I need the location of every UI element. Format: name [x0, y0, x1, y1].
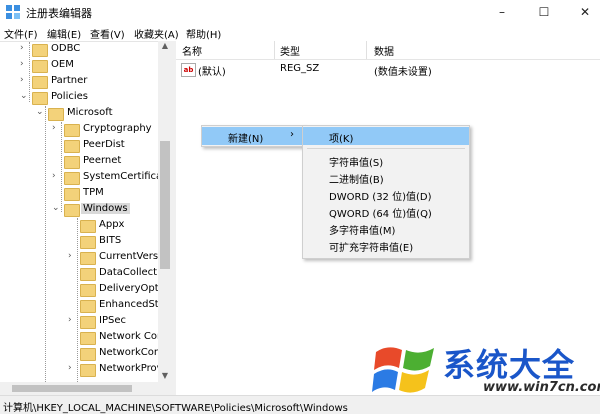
folder-icon [80, 332, 96, 345]
menu-item-binary-value[interactable]: 二进制值(B) [303, 168, 469, 186]
folder-icon [80, 252, 96, 265]
menu-view[interactable]: 查看(V) [90, 26, 125, 41]
minimize-button[interactable]: – [493, 4, 511, 20]
folder-icon [80, 220, 96, 233]
collapse-arrow-icon[interactable]: ⌄ [20, 91, 30, 101]
folder-icon [48, 108, 64, 121]
expand-arrow-icon[interactable]: › [68, 251, 78, 261]
column-data[interactable]: 数据 [374, 43, 394, 58]
folder-icon [80, 236, 96, 249]
window-title: 注册表编辑器 [26, 7, 92, 20]
scrollbar-thumb[interactable] [12, 385, 132, 392]
title-bar: 注册表编辑器 – ☐ ✕ [0, 0, 600, 24]
expand-arrow-icon[interactable]: › [20, 43, 30, 53]
folder-icon [64, 172, 80, 185]
expand-arrow-icon[interactable]: › [68, 363, 78, 373]
menu-item-key[interactable]: 项(K) [303, 127, 469, 145]
menu-favorites[interactable]: 收藏夹(A) [134, 26, 179, 41]
folder-icon [80, 284, 96, 297]
windows-logo-icon [372, 347, 434, 393]
registry-tree[interactable]: › ODBC › OEM › Partner ⌄ Policies ⌄ Micr… [0, 41, 172, 396]
expand-arrow-icon[interactable]: › [20, 75, 30, 85]
menu-file[interactable]: 文件(F) [4, 26, 38, 41]
menu-item-dword-value[interactable]: DWORD (32 位)值(D) [303, 185, 469, 203]
expand-arrow-icon[interactable]: › [20, 59, 30, 69]
expand-arrow-icon[interactable]: › [52, 123, 62, 133]
folder-icon [32, 76, 48, 89]
folder-icon [64, 156, 80, 169]
collapse-arrow-icon[interactable]: ⌄ [52, 203, 62, 213]
folder-icon [64, 124, 80, 137]
menu-bar: 文件(F) 编辑(E) 查看(V) 收藏夹(A) 帮助(H) [0, 24, 600, 41]
context-menu: 新建(N) › [201, 125, 305, 147]
tree-horizontal-scrollbar[interactable] [0, 382, 172, 395]
folder-icon [80, 316, 96, 329]
site-watermark: 系统大全 www.win7cn.com [370, 336, 600, 402]
menu-item-expandable-string-value[interactable]: 可扩充字符串值(E) [303, 236, 469, 254]
column-header-row: 名称 类型 数据 [176, 41, 600, 60]
collapse-arrow-icon[interactable]: ⌄ [36, 107, 46, 117]
menu-help[interactable]: 帮助(H) [186, 26, 221, 41]
maximize-button[interactable]: ☐ [535, 4, 553, 20]
watermark-url: www.win7cn.com [483, 380, 600, 395]
menu-item-new[interactable]: 新建(N) › [202, 127, 304, 145]
close-button[interactable]: ✕ [576, 4, 594, 20]
value-data: (数值未设置) [374, 67, 432, 78]
folder-icon [80, 364, 96, 377]
scrollbar-thumb[interactable] [160, 141, 170, 269]
submenu-arrow-icon: › [290, 129, 294, 140]
tree-vertical-scrollbar[interactable]: ▲ ▼ [158, 41, 172, 383]
current-key-path: 计算机\HKEY_LOCAL_MACHINE\SOFTWARE\Policies… [3, 403, 348, 414]
menu-item-multi-string-value[interactable]: 多字符串值(M) [303, 219, 469, 237]
column-type[interactable]: 类型 [280, 43, 300, 58]
folder-icon [64, 188, 80, 201]
value-type: REG_SZ [280, 63, 320, 74]
expand-arrow-icon[interactable]: › [52, 171, 62, 181]
folder-icon [32, 92, 48, 105]
string-value-icon: ab [181, 63, 196, 77]
value-name: (默认) [198, 67, 226, 78]
expand-arrow-icon[interactable]: › [68, 315, 78, 325]
folder-icon [80, 348, 96, 361]
menu-item-string-value[interactable]: 字符串值(S) [303, 151, 469, 169]
menu-item-qword-value[interactable]: QWORD (64 位)值(Q) [303, 202, 469, 220]
folder-icon [64, 204, 80, 217]
scroll-up-icon[interactable]: ▲ [158, 41, 172, 53]
folder-icon [32, 60, 48, 73]
menu-edit[interactable]: 编辑(E) [47, 26, 81, 41]
table-row[interactable]: ab (默认) REG_SZ (数值未设置) [176, 61, 600, 78]
new-submenu: 项(K) 字符串值(S) 二进制值(B) DWORD (32 位)值(D) QW… [302, 125, 470, 259]
column-name[interactable]: 名称 [182, 43, 202, 58]
registry-editor-icon [6, 5, 20, 19]
folder-icon [32, 44, 48, 57]
folder-icon [64, 140, 80, 153]
folder-icon [80, 300, 96, 313]
folder-icon [80, 268, 96, 281]
